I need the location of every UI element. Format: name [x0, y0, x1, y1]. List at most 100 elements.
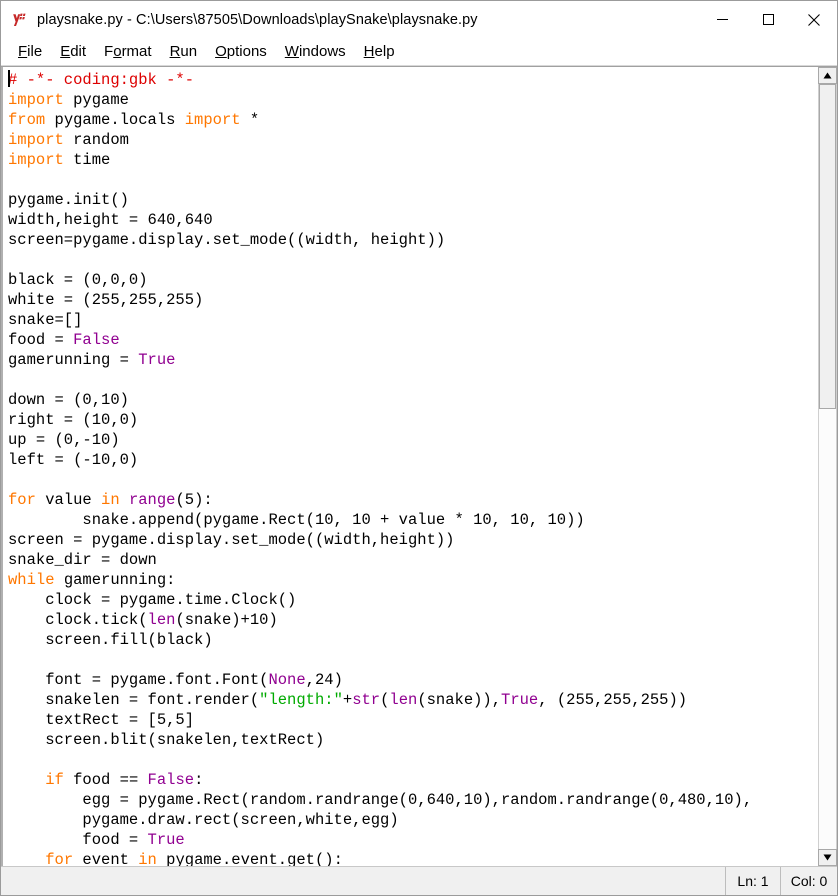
maximize-icon	[762, 14, 774, 25]
code-token: pygame.draw.rect(screen,white,egg)	[8, 811, 399, 829]
code-token: None	[268, 671, 306, 689]
code-token: textRect = [5,5]	[8, 711, 195, 729]
code-line: for value in range(5):	[8, 490, 817, 510]
code-token: screen.fill(black)	[8, 631, 213, 649]
code-token: value	[35, 491, 102, 509]
code-line: snakelen = font.render("length:"+str(len…	[8, 690, 817, 710]
code-token: *	[240, 111, 260, 129]
text-caret	[8, 70, 10, 87]
code-token: True	[501, 691, 539, 709]
menu-item-options[interactable]: Options	[206, 41, 276, 62]
code-token: food =	[8, 831, 148, 849]
code-line: snake_dir = down	[8, 550, 817, 570]
code-line: while gamerunning:	[8, 570, 817, 590]
code-token: in	[138, 851, 157, 866]
scrollbar-track[interactable]	[818, 84, 837, 849]
status-bar: Ln: 1 Col: 0	[1, 866, 837, 895]
window-controls	[699, 1, 837, 38]
code-line: food = False	[8, 330, 817, 350]
code-token: clock.tick(	[8, 611, 148, 629]
code-token: time	[63, 151, 111, 169]
code-token: while	[8, 571, 55, 589]
scroll-up-button[interactable]	[818, 67, 837, 84]
chevron-up-icon	[823, 72, 832, 79]
code-line: screen.blit(snakelen,textRect)	[8, 730, 817, 750]
code-token: False	[147, 771, 195, 789]
vertical-scrollbar[interactable]	[817, 67, 837, 866]
chevron-down-icon	[823, 854, 832, 861]
code-line: # -*- coding:gbk -*-	[8, 70, 817, 90]
code-token: range	[128, 491, 176, 509]
code-line: left = (-10,0)	[8, 450, 817, 470]
code-token: False	[73, 331, 120, 349]
code-token: screen = pygame.display.set_mode((width,…	[8, 531, 455, 549]
code-line: up = (0,-10)	[8, 430, 817, 450]
code-token: down = (0,10)	[8, 391, 129, 409]
code-token: len	[147, 611, 176, 629]
code-token: in	[101, 491, 120, 509]
idle-editor-window: playsnake.py - C:\Users\87505\Downloads\…	[0, 0, 838, 896]
code-line: pygame.draw.rect(screen,white,egg)	[8, 810, 817, 830]
menu-item-file[interactable]: File	[9, 41, 51, 62]
code-token: "length:"	[259, 691, 343, 709]
menu-item-help[interactable]: Help	[355, 41, 404, 62]
code-token: # -*- coding:gbk -*-	[8, 71, 195, 89]
menu-item-edit[interactable]: Edit	[51, 41, 95, 62]
window-title: playsnake.py - C:\Users\87505\Downloads\…	[37, 11, 478, 28]
code-token: food =	[8, 331, 74, 349]
code-editor[interactable]: # -*- coding:gbk -*- import pygame from py…	[1, 67, 817, 866]
code-line: black = (0,0,0)	[8, 270, 817, 290]
code-token: white = (255,255,255)	[8, 291, 204, 309]
code-token: ,24)	[305, 671, 343, 689]
code-token: +	[342, 691, 353, 709]
code-token: screen.blit(snakelen,textRect)	[8, 731, 325, 749]
code-token: import	[8, 151, 64, 169]
code-token: from	[8, 111, 46, 129]
code-line: screen.fill(black)	[8, 630, 817, 650]
code-line: import random	[8, 130, 817, 150]
code-line: clock = pygame.time.Clock()	[8, 590, 817, 610]
code-token: pygame.event.get():	[156, 851, 343, 866]
code-line: textRect = [5,5]	[8, 710, 817, 730]
code-token: True	[147, 831, 185, 849]
code-token: for	[45, 851, 74, 866]
code-token: True	[138, 351, 176, 369]
title-bar: playsnake.py - C:\Users\87505\Downloads\…	[1, 1, 837, 38]
menu-bar: File Edit Format Run Options Windows Hel…	[1, 38, 837, 66]
code-line: for event in pygame.event.get():	[8, 850, 817, 866]
scrollbar-thumb[interactable]	[819, 84, 836, 410]
menu-item-run[interactable]: Run	[161, 41, 207, 62]
code-text[interactable]: # -*- coding:gbk -*- import pygame from py…	[3, 67, 817, 866]
minimize-icon	[716, 19, 728, 20]
editor-area: # -*- coding:gbk -*- import pygame from py…	[1, 66, 837, 866]
menu-item-windows[interactable]: Windows	[276, 41, 355, 62]
menu-item-format[interactable]: Format	[95, 41, 161, 62]
code-line: food = True	[8, 830, 817, 850]
code-token: pygame.init()	[8, 191, 129, 209]
code-line: gamerunning = True	[8, 350, 817, 370]
code-token: import	[184, 111, 241, 129]
minimize-button[interactable]	[699, 1, 745, 38]
close-button[interactable]	[791, 1, 837, 38]
code-token: black = (0,0,0)	[8, 271, 148, 289]
code-token: if	[45, 771, 64, 789]
status-line-indicator: Ln: 1	[725, 867, 780, 895]
scroll-down-button[interactable]	[818, 849, 837, 866]
code-line: screen = pygame.display.set_mode((width,…	[8, 530, 817, 550]
code-line: import time	[8, 150, 817, 170]
close-icon	[808, 13, 820, 26]
code-token: snakelen = font.render(	[8, 691, 260, 709]
code-token: right = (10,0)	[8, 411, 139, 429]
maximize-button[interactable]	[745, 1, 791, 38]
code-token: gamerunning =	[8, 351, 139, 369]
code-token: clock = pygame.time.Clock()	[8, 591, 297, 609]
code-token: width,height = 640,640	[8, 211, 213, 229]
code-token: import	[8, 131, 64, 149]
code-token: up = (0,-10)	[8, 431, 120, 449]
